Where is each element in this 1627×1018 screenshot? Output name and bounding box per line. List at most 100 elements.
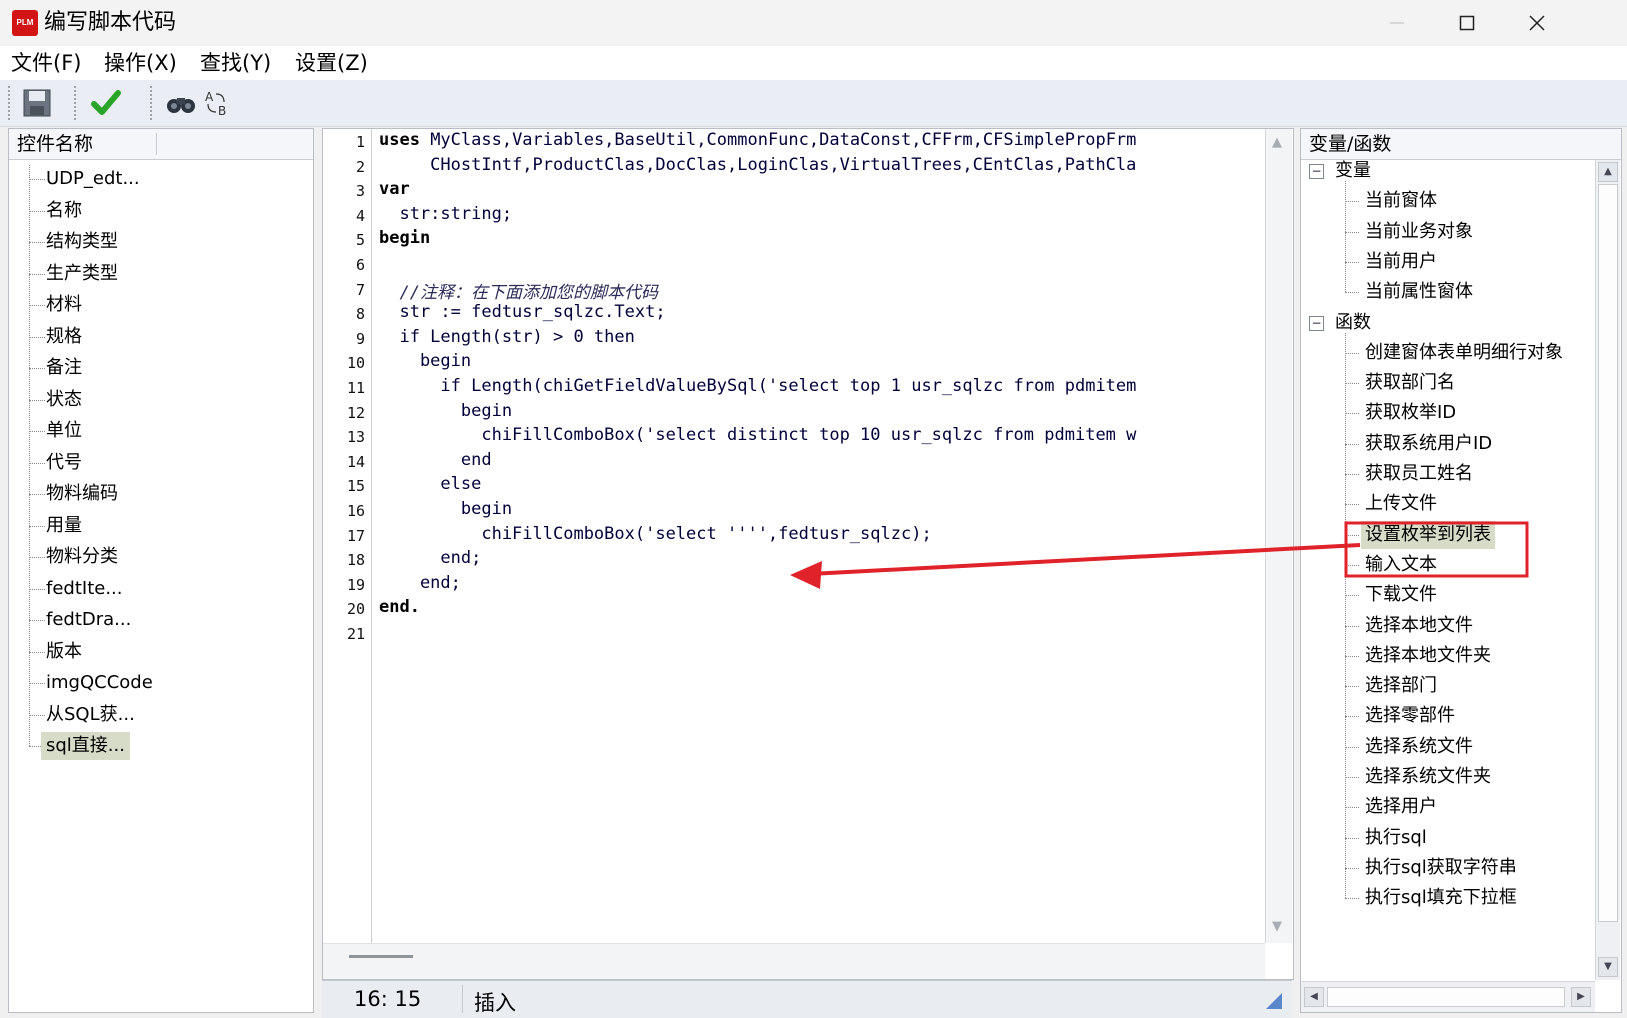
right-scroll-up-icon[interactable]: ▲: [1598, 162, 1618, 182]
tree-branch-line: [1345, 201, 1359, 203]
tree-function-item[interactable]: 创建窗体表单明细行对象: [1361, 339, 1567, 367]
code-line[interactable]: begin: [379, 351, 471, 371]
check-icon: [91, 90, 121, 115]
tree-function-item[interactable]: 上传文件: [1361, 490, 1441, 518]
control-tree-item[interactable]: 结构类型: [41, 228, 123, 256]
right-hscroll-thumb[interactable]: [1327, 987, 1565, 1007]
code-line[interactable]: CHostIntf,ProductClas,DocClas,LoginClas,…: [379, 155, 1136, 175]
tree-function-item[interactable]: 选择本地文件: [1361, 612, 1477, 640]
scroll-down-icon[interactable]: ▼: [1272, 919, 1282, 934]
minimize-button[interactable]: [1362, 0, 1432, 46]
control-tree-item[interactable]: 单位: [41, 417, 87, 445]
scroll-up-icon[interactable]: ▲: [1272, 135, 1282, 150]
code-line[interactable]: //注释：在下面添加您的脚本代码: [379, 278, 657, 303]
toolbar-grip-2[interactable]: [74, 86, 79, 120]
tree-function-item[interactable]: 当前业务对象: [1361, 218, 1477, 246]
code-line[interactable]: begin: [379, 401, 512, 421]
code-line[interactable]: chiFillComboBox('select '''',fedtusr_sql…: [379, 524, 931, 544]
right-scroll-left-icon[interactable]: ◀: [1304, 987, 1324, 1007]
control-tree-item[interactable]: UDP_edt...: [41, 165, 145, 193]
control-tree-item[interactable]: 代号: [41, 449, 87, 477]
tree-branch-line: [1345, 292, 1359, 294]
line-number: 18: [346, 551, 365, 570]
tree-function-item[interactable]: 当前用户: [1361, 248, 1441, 276]
tree-function-item[interactable]: 获取枚举ID: [1361, 399, 1460, 427]
control-tree-item[interactable]: fedtIte...: [41, 575, 128, 603]
control-tree-item[interactable]: 物料编码: [41, 480, 123, 508]
right-horizontal-scrollbar[interactable]: ◀ ▶: [1301, 981, 1595, 1012]
control-tree-item[interactable]: fedtDra...: [41, 606, 136, 634]
close-button[interactable]: [1502, 0, 1572, 46]
tree-function-item[interactable]: 执行sql填充下拉框: [1361, 884, 1521, 912]
control-tree-item[interactable]: 版本: [41, 638, 87, 666]
tree-function-item[interactable]: 选择用户: [1361, 793, 1441, 821]
control-tree-item[interactable]: sql直接...: [41, 732, 130, 760]
code-line[interactable]: begin: [379, 228, 430, 248]
tree-function-item[interactable]: 设置枚举到列表: [1361, 520, 1495, 549]
line-number: 10: [346, 354, 365, 373]
code-line[interactable]: end;: [379, 548, 481, 568]
tree-function-item[interactable]: 输入文本: [1361, 551, 1441, 579]
control-tree-item[interactable]: 材料: [41, 291, 87, 319]
code-line[interactable]: str:string;: [379, 204, 512, 224]
tree-function-item[interactable]: 执行sql: [1361, 824, 1431, 852]
replace-button[interactable]: A B: [199, 85, 235, 121]
code-line[interactable]: var: [379, 179, 410, 199]
menu-find[interactable]: 查找(Y): [200, 50, 271, 76]
collapse-group-icon[interactable]: −: [1309, 164, 1324, 179]
menu-operation[interactable]: 操作(X): [104, 50, 177, 76]
code-line[interactable]: else: [379, 474, 481, 494]
check-syntax-button[interactable]: [88, 85, 124, 121]
tree-function-item[interactable]: 选择部门: [1361, 672, 1441, 700]
tree-function-item[interactable]: 获取员工姓名: [1361, 460, 1477, 488]
menu-file[interactable]: 文件(F): [11, 50, 81, 76]
right-vertical-scrollbar[interactable]: ▲ ▼: [1595, 160, 1620, 980]
tree-function-item[interactable]: 选择零部件: [1361, 702, 1459, 730]
right-scroll-down-icon[interactable]: ▼: [1598, 957, 1618, 977]
control-tree-item[interactable]: 备注: [41, 354, 87, 382]
tree-function-item[interactable]: 选择系统文件: [1361, 733, 1477, 761]
tree-function-item[interactable]: 执行sql获取字符串: [1361, 854, 1521, 882]
code-line[interactable]: begin: [379, 499, 512, 519]
code-editor[interactable]: 1 2 3 4 5 6 7 8 9 10 11 12 13 14 15 16 17 18 19 20 21 uses M…: [322, 128, 1294, 980]
control-tree-item[interactable]: 生产类型: [41, 260, 123, 288]
code-text: if Length(chiGetFieldValueBySql('select …: [379, 376, 1137, 396]
tree-function-item[interactable]: 获取部门名: [1361, 369, 1459, 397]
tree-function-item[interactable]: 获取系统用户ID: [1361, 430, 1496, 458]
control-tree-item[interactable]: 从SQL获...: [41, 701, 140, 729]
control-tree-item[interactable]: 用量: [41, 512, 87, 540]
code-line[interactable]: chiFillComboBox('select distinct top 10 …: [379, 425, 1136, 445]
code-line[interactable]: str := fedtusr_sqlzc.Text;: [379, 302, 665, 322]
resize-grip-icon[interactable]: [1266, 993, 1282, 1009]
toolbar-grip-3[interactable]: [150, 86, 155, 120]
editor-horizontal-scrollbar[interactable]: [323, 943, 1265, 979]
right-scroll-right-icon[interactable]: ▶: [1571, 987, 1591, 1007]
control-tree-item[interactable]: 规格: [41, 323, 87, 351]
control-tree-item[interactable]: 物料分类: [41, 543, 123, 571]
tree-function-item[interactable]: 选择系统文件夹: [1361, 763, 1495, 791]
control-tree-item[interactable]: imgQCCode: [41, 669, 158, 697]
find-button[interactable]: [163, 85, 199, 121]
maximize-button[interactable]: [1432, 0, 1502, 46]
code-line[interactable]: end.: [379, 597, 420, 617]
menu-settings[interactable]: 设置(Z): [295, 50, 368, 76]
horizontal-scroll-thumb[interactable]: [349, 955, 413, 958]
control-tree-item[interactable]: 状态: [41, 386, 87, 414]
code-line[interactable]: uses MyClass,Variables,BaseUtil,CommonFu…: [379, 130, 1136, 150]
collapse-group-icon[interactable]: −: [1309, 315, 1324, 331]
editor-vertical-scrollbar[interactable]: ▲ ▼: [1265, 129, 1292, 943]
toolbar-grip[interactable]: [8, 86, 13, 120]
code-line[interactable]: if Length(chiGetFieldValueBySql('select …: [379, 376, 1136, 396]
code-line[interactable]: end;: [379, 573, 461, 593]
tree-group-0[interactable]: 变量: [1331, 157, 1375, 185]
tree-function-item[interactable]: 当前属性窗体: [1361, 278, 1477, 306]
tree-function-item[interactable]: 当前窗体: [1361, 187, 1441, 215]
code-line[interactable]: end: [379, 450, 492, 470]
tree-function-item[interactable]: 选择本地文件夹: [1361, 642, 1495, 670]
tree-group-1[interactable]: 函数: [1331, 309, 1375, 337]
save-button[interactable]: [19, 85, 55, 121]
right-scroll-thumb[interactable]: [1598, 184, 1618, 922]
code-line[interactable]: if Length(str) > 0 then: [379, 327, 634, 347]
control-tree-item[interactable]: 名称: [41, 197, 87, 225]
tree-function-item[interactable]: 下载文件: [1361, 581, 1441, 609]
